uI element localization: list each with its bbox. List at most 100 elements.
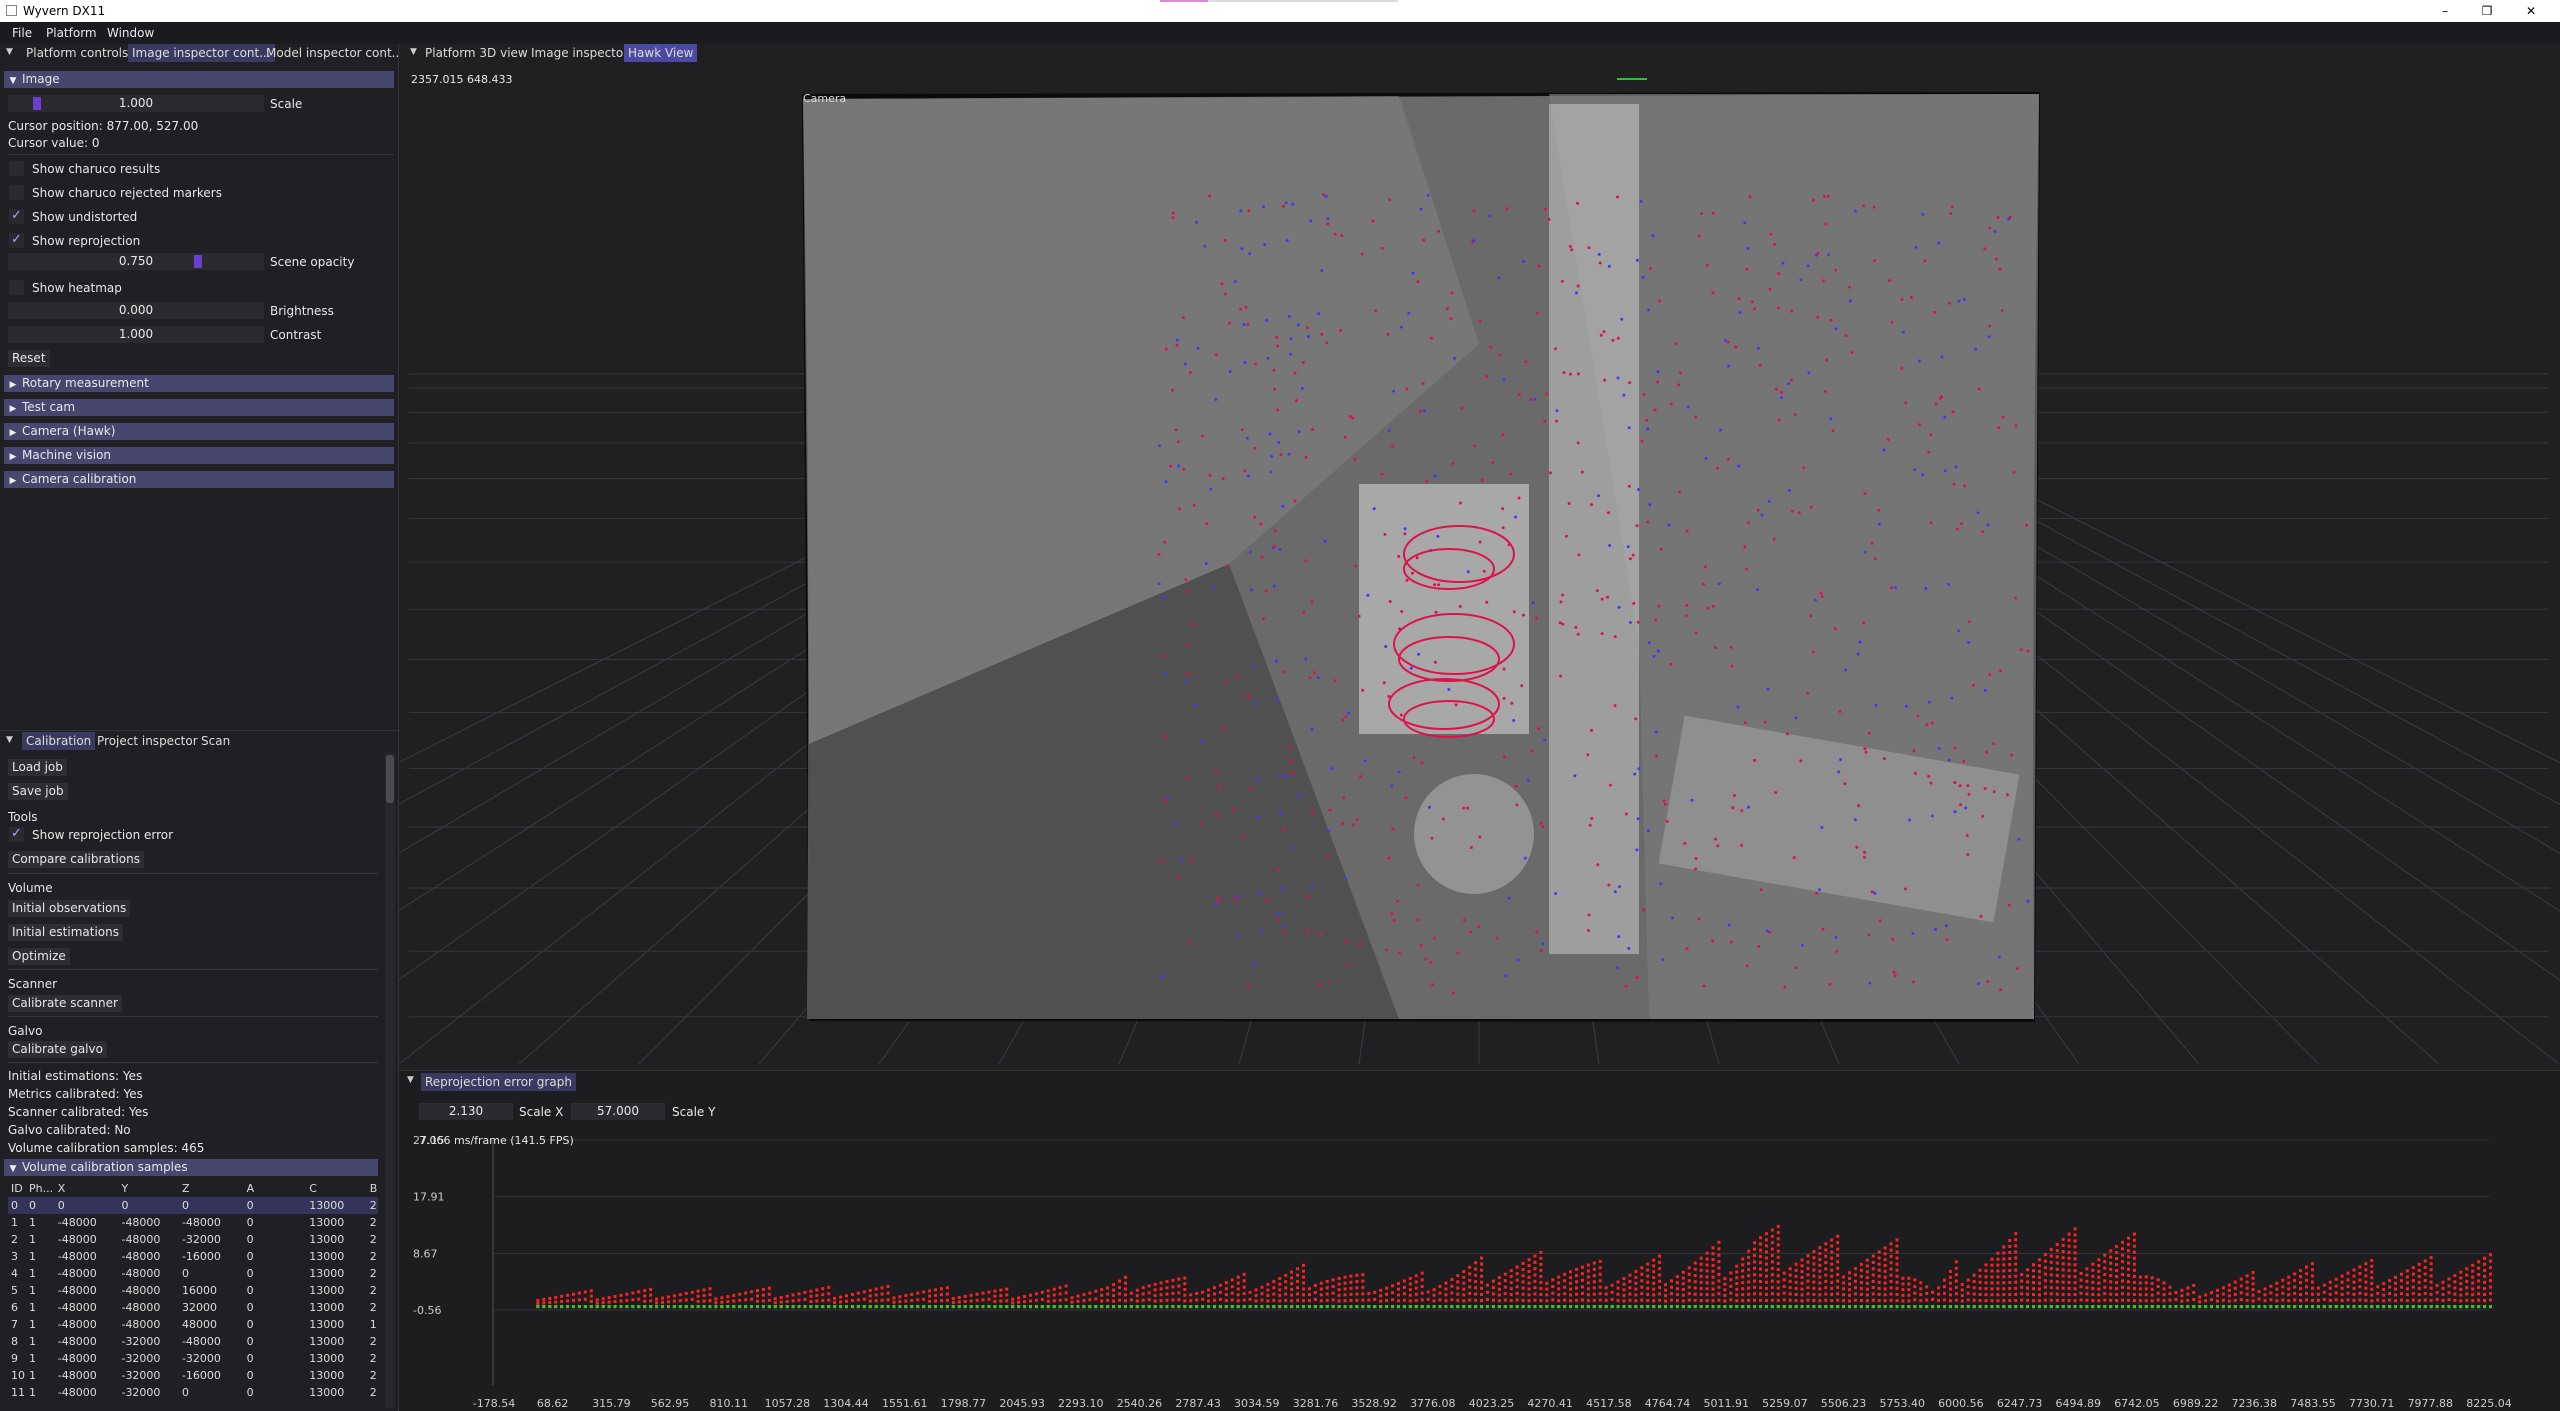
table-row[interactable]: 8 1 -48000 -32000 -48000 0 13000 2 (8, 1333, 378, 1350)
reprojection-marker (1685, 947, 1689, 950)
scale-y-input[interactable]: 57.000 (571, 1103, 665, 1120)
reprojection-marker (1504, 974, 1508, 978)
test-cam-header[interactable]: ▶ Test cam (4, 399, 394, 416)
panel-menu-icon[interactable]: ▼ (6, 735, 13, 745)
error-point (2364, 1286, 2368, 1290)
show-charuco-results-checkbox[interactable] (9, 161, 24, 176)
reprojection-marker (1596, 863, 1600, 867)
calibrate-scanner-button[interactable]: Calibrate scanner (8, 995, 122, 1012)
panel-menu-icon[interactable]: ▼ (6, 47, 13, 57)
scrollbar-thumb[interactable] (386, 755, 394, 803)
show-undistorted-checkbox[interactable] (9, 208, 24, 224)
table-row[interactable]: 2 1 -48000 -48000 -32000 0 13000 2 (8, 1231, 378, 1248)
load-job-button[interactable]: Load job (8, 759, 67, 776)
column-header[interactable]: ID (8, 1180, 26, 1197)
error-point (1812, 1298, 1816, 1302)
error-point (1444, 1293, 1448, 1297)
error-point (1919, 1287, 1923, 1291)
tab-scan[interactable]: Scan (197, 732, 234, 750)
error-point (649, 1305, 653, 1309)
close-button[interactable]: ✕ (2516, 2, 2546, 20)
column-header[interactable]: Y (118, 1180, 178, 1197)
table-row[interactable]: 11 1 -48000 -32000 0 0 13000 2 (8, 1384, 378, 1401)
graph-panel: ▼ Reprojection error graph 2.130 Scale X… (399, 1070, 2560, 1411)
tab-calibration[interactable]: Calibration (22, 732, 96, 750)
column-header[interactable]: C (306, 1180, 366, 1197)
error-point (2453, 1274, 2457, 1278)
table-row[interactable]: 0 0 0 0 0 0 13000 2 (8, 1197, 378, 1214)
table-row[interactable]: 1 1 -48000 -48000 -48000 0 13000 2 (8, 1214, 378, 1231)
show-charuco-results-label: Show charuco results (32, 162, 161, 176)
column-header[interactable]: Ph... (26, 1180, 55, 1197)
maximize-button[interactable]: ❐ (2472, 2, 2502, 20)
error-point (1758, 1261, 1762, 1265)
image-section-header[interactable]: ▼ Image (4, 71, 394, 88)
error-point (1865, 1270, 1869, 1274)
show-reprojection-checkbox[interactable] (9, 232, 24, 248)
scale-x-input[interactable]: 2.130 (419, 1103, 513, 1120)
table-row[interactable]: 4 1 -48000 -48000 0 0 13000 2 (8, 1265, 378, 1282)
table-row[interactable]: 10 1 -48000 -32000 -16000 0 13000 2 (8, 1367, 378, 1384)
column-header[interactable]: A (244, 1180, 307, 1197)
hawk-view-canvas[interactable] (399, 44, 2560, 1070)
tab-platform-controls[interactable]: Platform controls (22, 44, 132, 62)
menu-window[interactable]: Window (107, 26, 154, 40)
compare-calibrations-button[interactable]: Compare calibrations (8, 851, 145, 868)
camera-hawk-header[interactable]: ▶ Camera (Hawk) (4, 423, 394, 440)
show-heatmap-checkbox[interactable] (9, 280, 24, 295)
contrast-slider[interactable]: 1.000 (8, 326, 264, 343)
rotary-measurement-header[interactable]: ▶ Rotary measurement (4, 375, 394, 392)
cursor-value: Cursor value: 0 (8, 136, 100, 150)
error-point (1996, 1269, 2000, 1273)
reprojection-marker (1243, 360, 1247, 364)
column-header[interactable]: X (55, 1180, 119, 1197)
column-header[interactable]: Z (179, 1180, 244, 1197)
error-point (1046, 1305, 1050, 1309)
error-point (2483, 1268, 2487, 1272)
reprojection-marker (1615, 966, 1619, 970)
reprojection-marker (1587, 913, 1591, 917)
error-point (2411, 1292, 2415, 1296)
scene-opacity-slider[interactable]: 0.750 (8, 253, 264, 270)
x-tick-label: 3528.92 (1351, 1397, 1397, 1410)
error-point (2150, 1282, 2154, 1286)
calibration-scrollbar[interactable] (385, 753, 395, 1408)
error-point (2067, 1232, 2071, 1236)
reprojection-marker (1192, 503, 1196, 507)
initial-observations-button[interactable]: Initial observations (8, 900, 131, 917)
tab-image-inspector-controls[interactable]: Image inspector cont... (128, 44, 275, 62)
table-row[interactable]: 9 1 -48000 -32000 -32000 0 13000 2 (8, 1350, 378, 1367)
minimize-button[interactable]: – (2430, 2, 2460, 20)
optimize-button[interactable]: Optimize (8, 948, 70, 965)
brightness-slider[interactable]: 0.000 (8, 302, 264, 319)
scene-opacity-label: Scene opacity (270, 255, 355, 269)
table-row[interactable]: 3 1 -48000 -48000 -16000 0 13000 2 (8, 1248, 378, 1265)
table-row[interactable]: 7 1 -48000 -48000 48000 0 13000 1 (8, 1316, 378, 1333)
reset-button[interactable]: Reset (8, 350, 50, 367)
machine-vision-header[interactable]: ▶ Machine vision (4, 447, 394, 464)
scale-slider[interactable]: 1.000 (8, 95, 264, 112)
table-row[interactable]: 6 1 -48000 -48000 32000 0 13000 2 (8, 1299, 378, 1316)
error-point (1224, 1287, 1228, 1291)
tab-reprojection-error-graph[interactable]: Reprojection error graph (421, 1073, 576, 1091)
column-header[interactable]: B (367, 1180, 378, 1197)
initial-estimations-button[interactable]: Initial estimations (8, 924, 123, 941)
tab-model-inspector-controls[interactable]: Model inspector cont... (262, 44, 407, 62)
calibrate-galvo-button[interactable]: Calibrate galvo (8, 1041, 107, 1058)
show-charuco-rejected-checkbox[interactable] (9, 185, 24, 200)
tab-project-inspector[interactable]: Project inspector (93, 732, 202, 750)
menu-file[interactable]: File (12, 26, 32, 40)
table-row[interactable]: 5 1 -48000 -48000 16000 0 13000 2 (8, 1282, 378, 1299)
reprojection-error-chart[interactable]: 27.1517.918.67-0.56 -178.54 68.62 315.79 56… (399, 1125, 2560, 1411)
panel-menu-icon[interactable]: ▼ (407, 1075, 414, 1085)
error-point (2150, 1276, 2154, 1280)
reprojection-marker (1431, 983, 1435, 987)
save-job-button[interactable]: Save job (8, 783, 68, 800)
menu-platform[interactable]: Platform (46, 26, 97, 40)
error-point (1836, 1266, 1840, 1270)
error-point (1141, 1298, 1145, 1302)
volume-samples-header[interactable]: ▼ Volume calibration samples (4, 1159, 378, 1176)
camera-calibration-header[interactable]: ▶ Camera calibration (4, 471, 394, 488)
show-reprojection-error-checkbox[interactable] (9, 826, 24, 842)
reprojection-marker (1387, 856, 1391, 860)
